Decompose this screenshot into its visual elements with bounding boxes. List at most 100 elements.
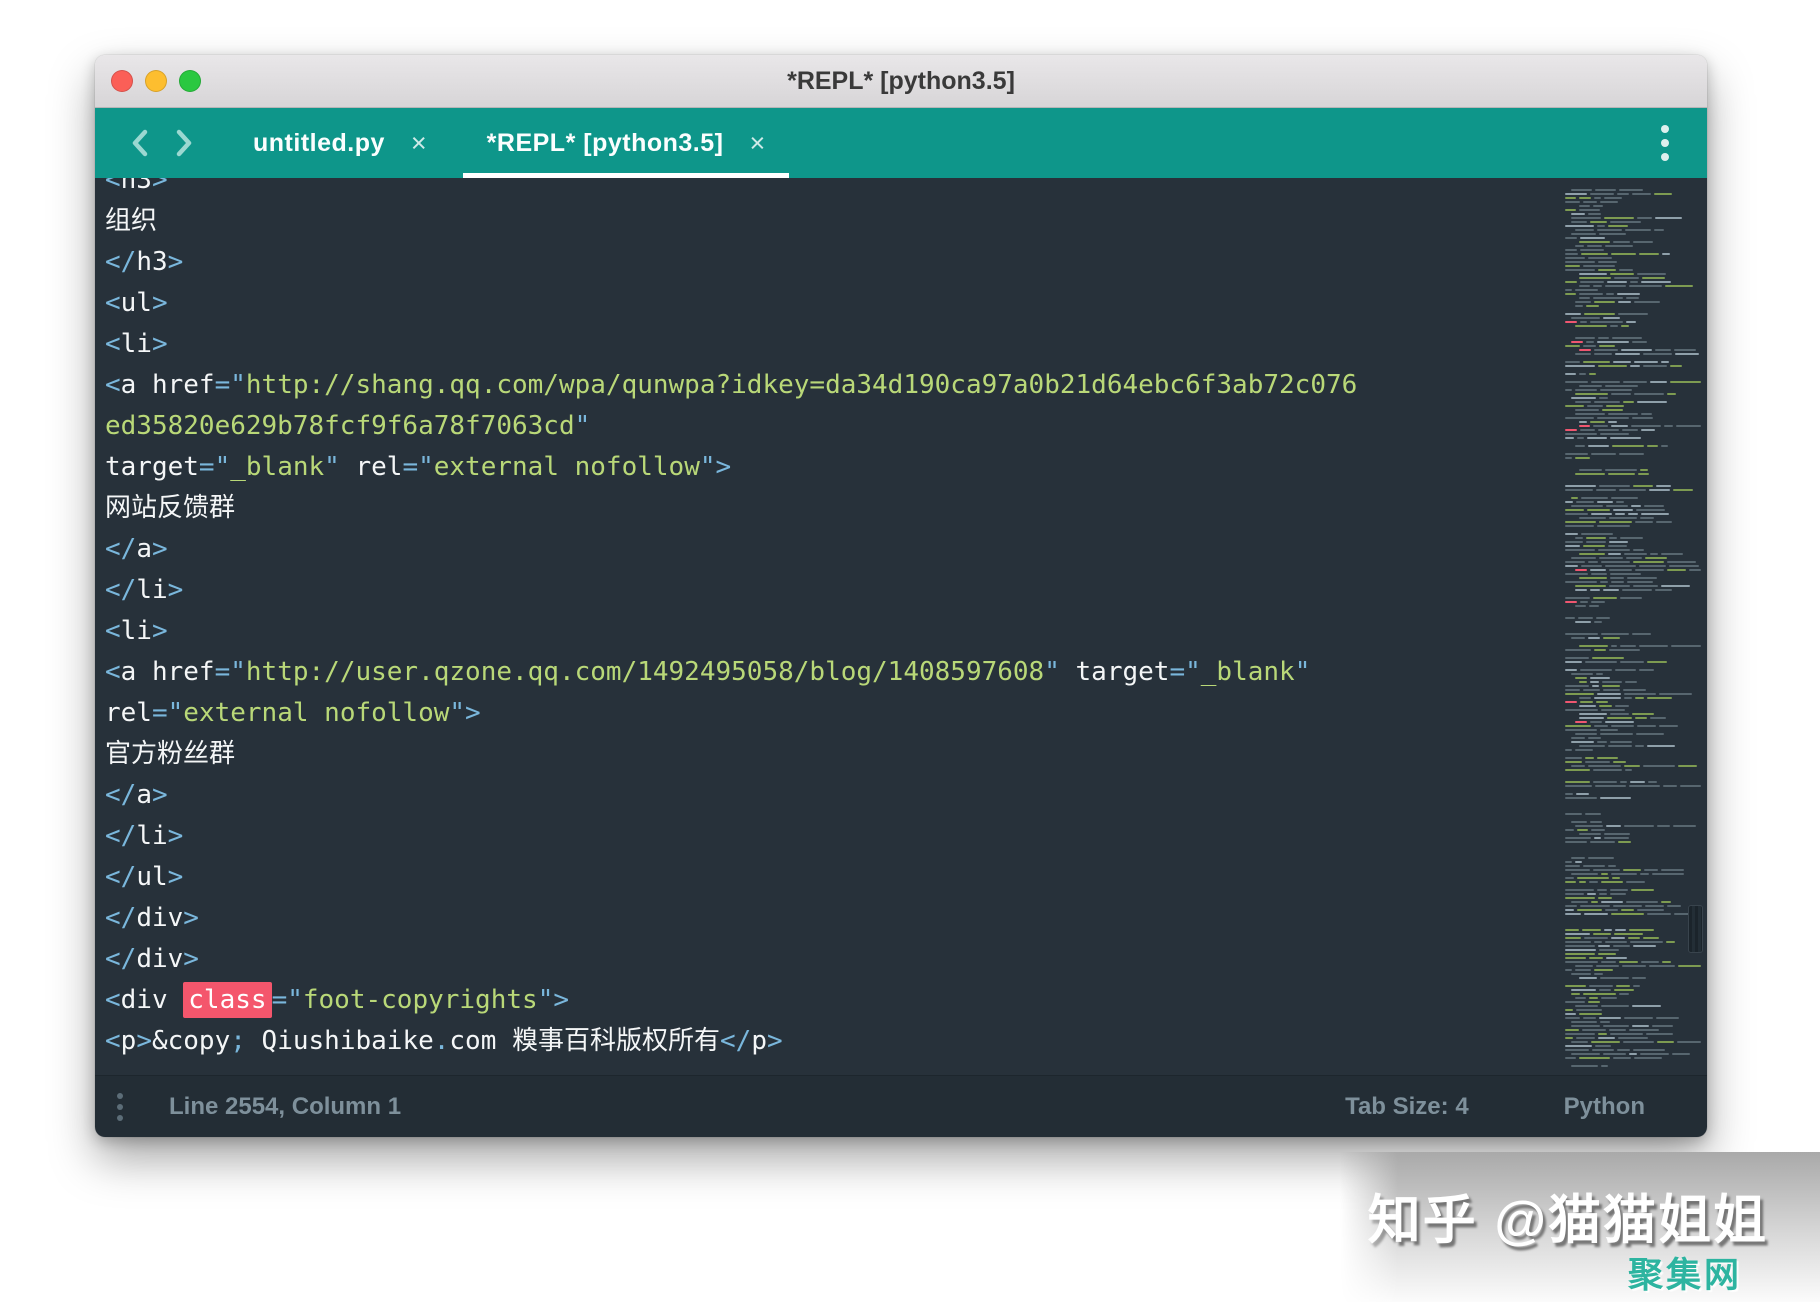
minimap-row: [1565, 729, 1701, 731]
code-line: </li>: [105, 816, 1557, 857]
code-line: </a>: [105, 529, 1557, 570]
minimap-row: [1565, 577, 1701, 579]
language-indicator[interactable]: Python: [1564, 1093, 1645, 1121]
tab-close-icon[interactable]: ×: [411, 130, 427, 157]
minimap-row: [1565, 545, 1701, 547]
code-line: <a href="http://user.qzone.qq.com/149249…: [105, 652, 1557, 693]
minimap-row: [1565, 237, 1701, 239]
minimap-row: [1565, 477, 1701, 479]
code-area[interactable]: <h3>组织</h3><ul><li><a href="http://shang…: [105, 178, 1557, 1075]
minimap-row: [1565, 629, 1701, 631]
minimap-row: [1565, 509, 1701, 511]
minimap-row: [1565, 197, 1701, 199]
minimap-row: [1565, 581, 1701, 583]
minimap-row: [1565, 1033, 1701, 1035]
overflow-menu-icon[interactable]: [1653, 108, 1677, 178]
minimap-row: [1565, 193, 1701, 195]
back-button[interactable]: [127, 126, 153, 160]
minimap-row: [1565, 217, 1701, 219]
minimap-row: [1565, 857, 1701, 859]
minimap-row: [1565, 913, 1701, 915]
minimap-row: [1565, 989, 1701, 991]
minimap-row: [1565, 941, 1701, 943]
minimap-row: [1565, 445, 1701, 447]
minimap-row: [1565, 245, 1701, 247]
minimap-row: [1565, 273, 1701, 275]
minimap-row: [1565, 649, 1701, 651]
minimap-row: [1565, 349, 1701, 351]
status-menu-icon[interactable]: [113, 1089, 127, 1125]
minimap-row: [1565, 417, 1701, 419]
tab-repl-python[interactable]: *REPL* [python3.5] ×: [457, 108, 796, 178]
minimap-row: [1565, 1045, 1701, 1047]
minimap-row: [1565, 597, 1701, 599]
minimap-row: [1565, 973, 1701, 975]
minimap-row: [1565, 921, 1701, 923]
minimap-row: [1565, 317, 1701, 319]
cursor-position[interactable]: Line 2554, Column 1: [169, 1093, 401, 1121]
forward-button[interactable]: [171, 126, 197, 160]
window-titlebar[interactable]: *REPL* [python3.5]: [95, 55, 1707, 108]
minimap-row: [1565, 669, 1701, 671]
minimap-row: [1565, 361, 1701, 363]
minimap-row: [1565, 401, 1701, 403]
minimap[interactable]: [1565, 178, 1701, 1075]
minimap-row: [1565, 465, 1701, 467]
minimap-row: [1565, 721, 1701, 723]
minimap-row: [1565, 937, 1701, 939]
minimap-row: [1565, 873, 1701, 875]
minimap-row: [1565, 265, 1701, 267]
minimap-row: [1565, 697, 1701, 699]
code-line: target="_blank" rel="external nofollow">: [105, 447, 1557, 488]
minimap-row: [1565, 285, 1701, 287]
minimap-row: [1565, 397, 1701, 399]
minimap-row: [1565, 353, 1701, 355]
minimap-row: [1565, 1041, 1701, 1043]
tab-close-icon[interactable]: ×: [749, 130, 765, 157]
minimap-row: [1565, 833, 1701, 835]
minimap-row: [1565, 1001, 1701, 1003]
minimap-row: [1565, 441, 1701, 443]
minimap-row: [1565, 541, 1701, 543]
minimap-row: [1565, 657, 1701, 659]
tab-size-indicator[interactable]: Tab Size: 4: [1345, 1093, 1469, 1121]
minimap-row: [1565, 965, 1701, 967]
minimap-row: [1565, 689, 1701, 691]
minimap-row: [1565, 537, 1701, 539]
minimap-row: [1565, 453, 1701, 455]
tab-label: *REPL* [python3.5]: [487, 129, 724, 158]
code-line: <p>&copy; Qiushibaike.com 糗事百科版权所有</p>: [105, 1021, 1557, 1062]
tabbar-spacer: [795, 108, 1653, 178]
minimap-row: [1565, 641, 1701, 643]
minimap-row: [1565, 985, 1701, 987]
minimap-row: [1565, 525, 1701, 527]
minimap-row: [1565, 993, 1701, 995]
editor-pane[interactable]: <h3>组织</h3><ul><li><a href="http://shang…: [95, 178, 1707, 1075]
minimap-row: [1565, 885, 1701, 887]
minimap-row: [1565, 233, 1701, 235]
minimap-row: [1565, 365, 1701, 367]
minimap-row: [1565, 533, 1701, 535]
minimap-row: [1565, 733, 1701, 735]
scrollbar-thumb[interactable]: [1688, 905, 1703, 953]
minimap-row: [1565, 789, 1701, 791]
minimap-row: [1565, 637, 1701, 639]
minimap-row: [1565, 549, 1701, 551]
minimap-row: [1565, 645, 1701, 647]
minimap-row: [1565, 709, 1701, 711]
minimap-row: [1565, 373, 1701, 375]
minimap-row: [1565, 945, 1701, 947]
minimap-row: [1565, 413, 1701, 415]
minimap-row: [1565, 461, 1701, 463]
minimap-row: [1565, 805, 1701, 807]
minimap-row: [1565, 385, 1701, 387]
minimap-row: [1565, 869, 1701, 871]
minimap-row: [1565, 1009, 1701, 1011]
minimap-row: [1565, 677, 1701, 679]
minimap-row: [1565, 1021, 1701, 1023]
history-nav: [127, 108, 197, 178]
minimap-row: [1565, 325, 1701, 327]
tab-untitled-py[interactable]: untitled.py ×: [223, 108, 457, 178]
minimap-row: [1565, 813, 1701, 815]
minimap-row: [1565, 421, 1701, 423]
